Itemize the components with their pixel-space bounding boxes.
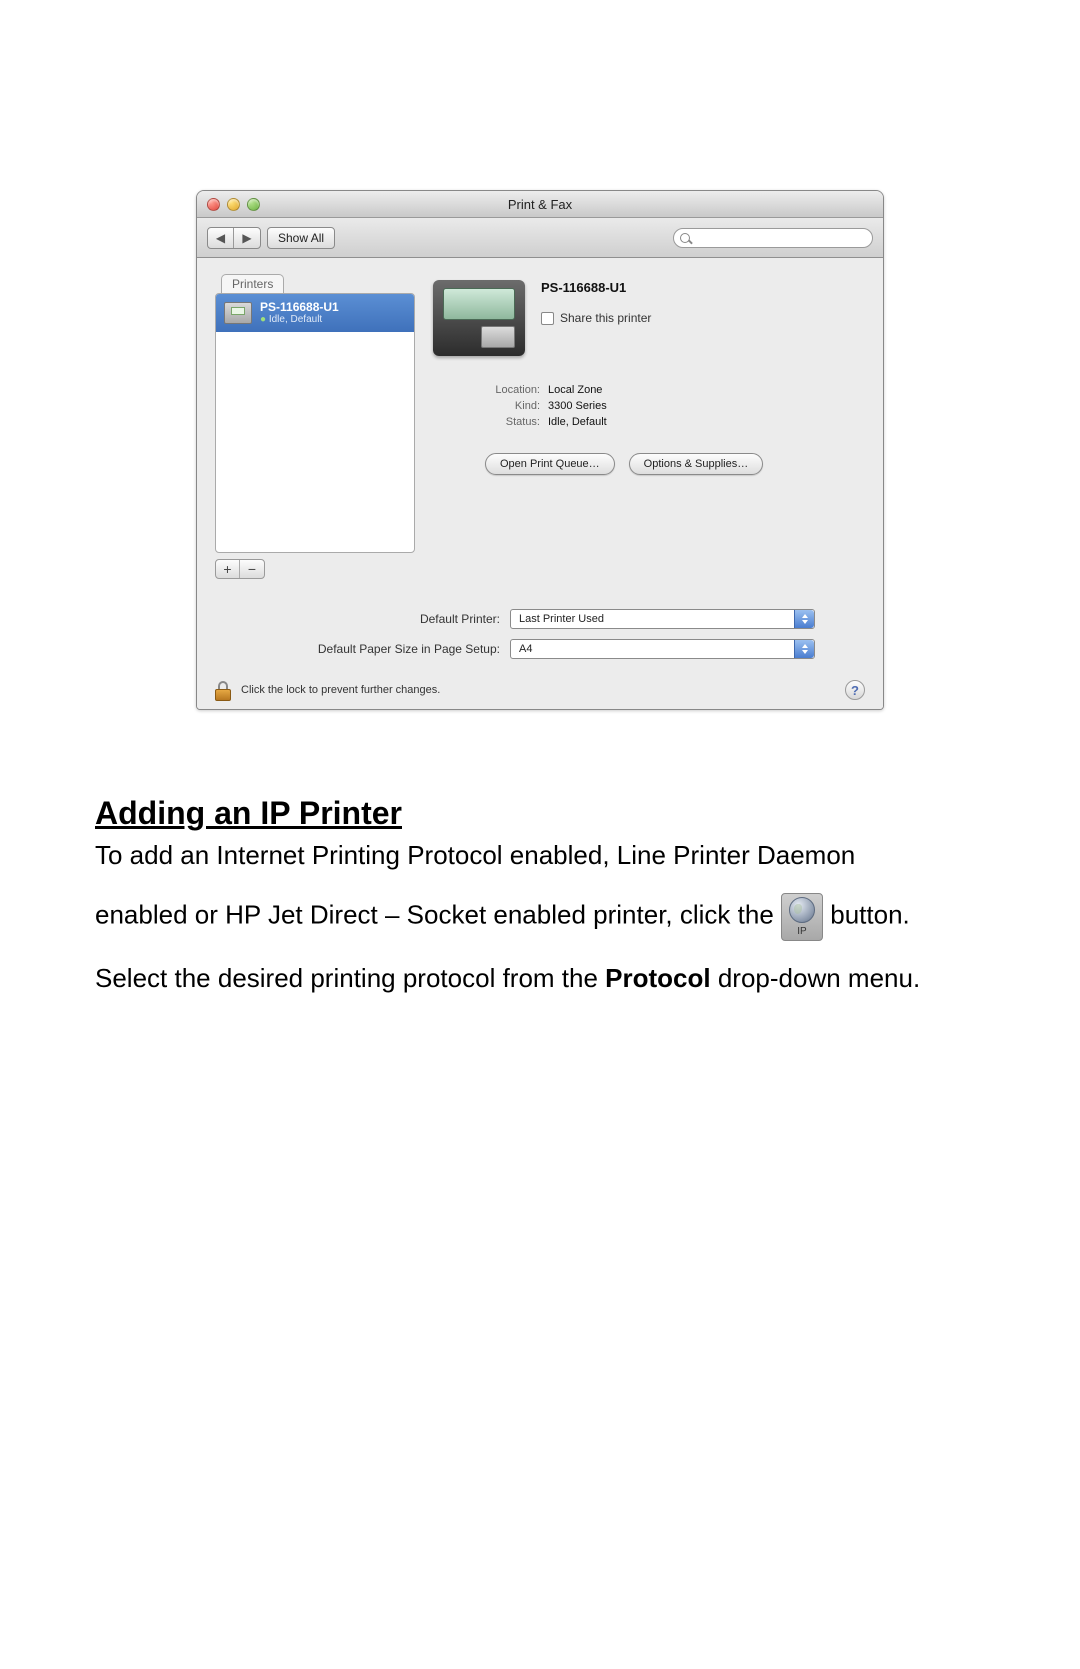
show-all-button[interactable]: Show All [267,227,335,249]
status-value: Idle, Default [548,416,607,428]
info-title: PS-116688-U1 [541,280,651,295]
lock-icon[interactable] [215,679,233,701]
printer-name: PS-116688-U1 [260,301,339,314]
paragraph-3: Select the desired printing protocol fro… [95,961,985,996]
globe-icon [789,897,815,923]
printer-list[interactable]: PS-116688-U1 Idle, Default [215,293,415,553]
location-value: Local Zone [548,384,602,396]
printer-icon [224,302,252,324]
printer-status: Idle, Default [260,314,339,325]
open-queue-button[interactable]: Open Print Queue… [485,453,615,475]
global-settings: Default Printer: Last Printer Used Defau… [215,609,865,659]
ip-toolbar-icon[interactable]: IP [781,893,823,941]
article: Adding an IP Printer To add an Internet … [95,795,985,996]
document-page: Print & Fax ◀ ▶ Show All Printers [0,0,1080,996]
help-button[interactable]: ? [845,680,865,700]
kind-value: 3300 Series [548,400,607,412]
kind-label: Kind: [433,400,548,412]
list-controls: + − [215,559,265,579]
search-input[interactable] [673,228,873,248]
paper-size-label: Default Paper Size in Page Setup: [215,642,510,656]
window-title: Print & Fax [197,197,883,212]
titlebar: Print & Fax [197,191,883,218]
print-fax-window: Print & Fax ◀ ▶ Show All Printers [196,190,884,710]
lock-text: Click the lock to prevent further change… [241,684,440,696]
printer-large-icon [433,280,525,356]
section-heading: Adding an IP Printer [95,795,985,832]
chevron-updown-icon [794,640,814,658]
protocol-bold: Protocol [605,963,710,993]
forward-icon[interactable]: ▶ [234,228,260,248]
toolbar: ◀ ▶ Show All [197,218,883,258]
chevron-updown-icon [794,610,814,628]
paragraph-2: enabled or HP Jet Direct – Socket enable… [95,893,985,941]
paragraph-1: To add an Internet Printing Protocol ena… [95,838,985,873]
paper-size-value: A4 [519,643,532,655]
printers-tab[interactable]: Printers [221,274,284,293]
share-label: Share this printer [560,311,651,325]
default-printer-value: Last Printer Used [519,613,604,625]
ip-icon-label: IP [797,925,806,939]
remove-printer-button[interactable]: − [240,560,264,578]
paper-size-popup[interactable]: A4 [510,639,815,659]
nav-back-forward[interactable]: ◀ ▶ [207,227,261,249]
printer-info-panel: PS-116688-U1 Share this printer Location… [433,274,865,475]
list-item[interactable]: PS-116688-U1 Idle, Default [216,294,414,332]
back-icon[interactable]: ◀ [208,228,234,248]
default-printer-popup[interactable]: Last Printer Used [510,609,815,629]
options-supplies-button[interactable]: Options & Supplies… [629,453,764,475]
window-body: Printers PS-116688-U1 Idle, Default + − [197,258,883,709]
share-checkbox[interactable] [541,312,554,325]
status-label: Status: [433,416,548,428]
default-printer-label: Default Printer: [215,612,510,626]
location-label: Location: [433,384,548,396]
footer: Click the lock to prevent further change… [215,679,865,701]
add-printer-button[interactable]: + [216,560,240,578]
